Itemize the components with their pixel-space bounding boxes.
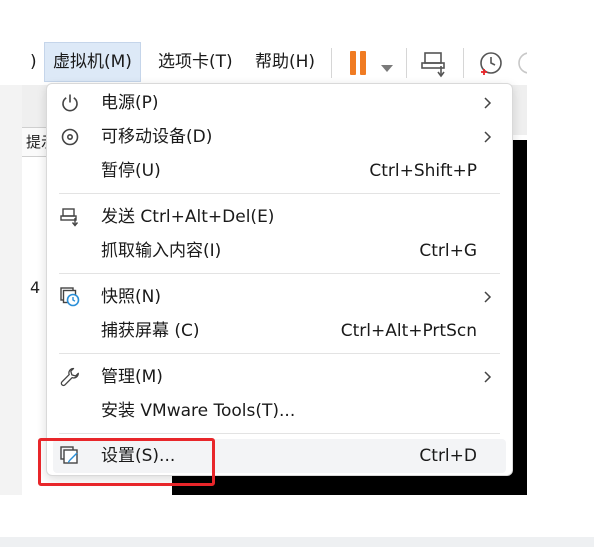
menu-separator [59, 273, 500, 274]
menu-separator [331, 48, 332, 78]
power-icon [62, 94, 78, 112]
menu-item-label: 快照(N) [101, 287, 161, 307]
pause-bar-right [360, 51, 366, 75]
toolbar-separator [406, 48, 407, 78]
menu-item-label: 捕获屏幕 (C) [101, 321, 200, 341]
clock-icon [480, 52, 502, 75]
revert-icon [518, 52, 527, 74]
send-ctrl-alt-del-button[interactable] [421, 49, 451, 79]
revert-snapshot-button[interactable] [514, 50, 527, 80]
menu-item-snapshot[interactable]: 快照(N) [47, 280, 512, 314]
menu-item-manage[interactable]: 管理(M) [47, 360, 512, 394]
chevron-down-icon [381, 65, 393, 72]
menu-item-power[interactable]: 电源(P) [47, 86, 512, 120]
menu-item-shortcut: Ctrl+G [419, 241, 477, 261]
disc-icon [61, 128, 79, 146]
snapshot-button[interactable] [476, 50, 506, 80]
highlight-annotation-box [38, 438, 215, 486]
menu-bar: ) 虚拟机(M) 选项卡(T) 帮助(H) [0, 42, 527, 84]
menu-item-shortcut: Ctrl+Shift+P [369, 161, 477, 181]
menu-vm[interactable]: 虚拟机(M) [44, 42, 141, 82]
pause-button[interactable] [346, 42, 372, 84]
library-panel [0, 85, 22, 495]
menu-item-label: 安装 VMware Tools(T)... [101, 401, 296, 421]
background-label: 4 [30, 278, 41, 297]
menu-separator [59, 433, 500, 434]
menu-item-grab-input[interactable]: 抓取输入内容(I) Ctrl+G [47, 234, 512, 268]
menu-item-removable-devices[interactable]: 可移动设备(D) [47, 120, 512, 154]
vm-dropdown-menu: 电源(P) 可移动设备(D) 暂停(U) Ctrl+Shift+P 发送 Ctr… [46, 83, 513, 476]
menu-item-label: 电源(P) [101, 93, 159, 113]
send-keys-icon [60, 208, 79, 227]
menu-separator [59, 193, 500, 194]
menu-item-label: 暂停(U) [101, 161, 161, 181]
toolbar-separator [463, 48, 464, 78]
menu-item-capture-screen[interactable]: 捕获屏幕 (C) Ctrl+Alt+PrtScn [47, 314, 512, 348]
menu-item-install-vmware-tools[interactable]: 安装 VMware Tools(T)... [47, 394, 512, 428]
menu-item-label: 发送 Ctrl+Alt+Del(E) [101, 207, 275, 227]
bottom-strip [0, 537, 594, 547]
pause-dropdown-arrow[interactable] [380, 59, 394, 78]
chevron-right-icon [484, 131, 492, 143]
pause-bar-left [350, 51, 356, 75]
menu-previous[interactable]: ) [30, 42, 37, 82]
menu-item-label: 可移动设备(D) [101, 127, 213, 147]
menu-item-pause[interactable]: 暂停(U) Ctrl+Shift+P [47, 154, 512, 188]
menu-separator [59, 353, 500, 354]
menu-item-label: 管理(M) [101, 367, 163, 387]
menu-help[interactable]: 帮助(H) [255, 42, 315, 82]
menu-item-shortcut: Ctrl+Alt+PrtScn [340, 321, 477, 341]
wrench-icon [60, 367, 79, 386]
chevron-right-icon [484, 371, 492, 383]
chevron-right-icon [484, 97, 492, 109]
chevron-right-icon [484, 291, 492, 303]
menu-tabs[interactable]: 选项卡(T) [158, 42, 233, 82]
menu-item-shortcut: Ctrl+D [419, 446, 477, 466]
background-tab-text: 提示 [26, 133, 48, 151]
menu-item-send-ctrl-alt-del[interactable]: 发送 Ctrl+Alt+Del(E) [47, 200, 512, 234]
send-keys-icon [421, 52, 445, 78]
menu-item-label: 抓取输入内容(I) [101, 241, 222, 261]
snapshot-icon [60, 287, 80, 307]
